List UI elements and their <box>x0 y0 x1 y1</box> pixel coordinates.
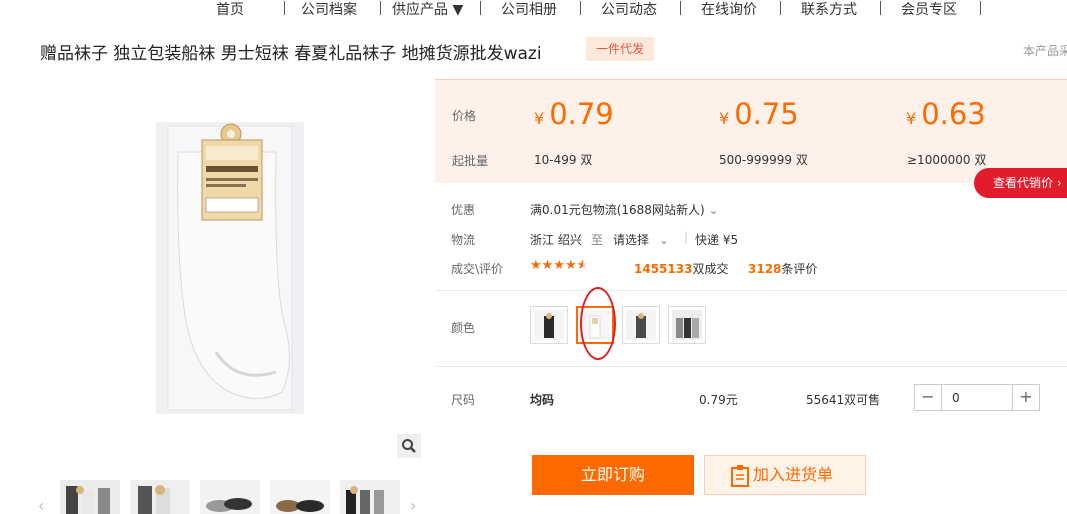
reviews-count[interactable]: 3128条评价 <box>748 260 817 277</box>
nav-item-home[interactable]: 首页 <box>216 0 244 19</box>
thumbnail[interactable] <box>200 480 260 514</box>
logistics-label: 物流 <box>451 233 476 247</box>
origin-text: 浙江 绍兴 <box>530 233 582 247</box>
stock-available: 55641双可售 <box>806 393 881 407</box>
plus-button[interactable]: + <box>1013 385 1039 410</box>
promo-dropdown[interactable]: 满0.01元包物流(1688网站新人) ⌄ <box>530 201 719 218</box>
nav-item-contact[interactable]: 联系方式 <box>801 0 857 19</box>
nav-item-members[interactable]: 会员专区 <box>901 0 957 19</box>
deals-label: 成交\评价 <box>451 262 504 276</box>
nav-item-profile[interactable]: 公司档案 <box>301 0 357 19</box>
section-divider <box>435 290 1067 291</box>
product-note: 本产品采 <box>1023 44 1067 58</box>
divider: | <box>684 230 689 244</box>
minus-button[interactable]: − <box>915 385 941 410</box>
nav-divider <box>680 1 681 15</box>
nav-divider <box>780 1 781 15</box>
qty-tier-3: ≥1000000 双 <box>907 153 987 167</box>
nav-divider <box>580 1 581 15</box>
price-tier-1: ¥0.79 <box>534 97 614 131</box>
quantity-input[interactable] <box>941 385 1013 410</box>
add-to-cart-button[interactable]: 加入进货单 <box>704 455 866 495</box>
qty-tier-2: 500-999999 双 <box>719 153 808 167</box>
section-divider <box>435 366 1067 367</box>
color-swatch-mixed[interactable] <box>668 306 706 344</box>
color-swatch-dark[interactable] <box>622 306 660 344</box>
price-label: 价格 <box>452 109 477 123</box>
top-nav: 首页 公司档案 供应产品 ▼ 公司相册 公司动态 在线询价 联系方式 会员专区 <box>0 0 1067 22</box>
zoom-button[interactable] <box>397 434 421 458</box>
thumbnail[interactable] <box>270 480 330 514</box>
view-agent-price-button[interactable]: 查看代销价 › <box>974 168 1067 198</box>
size-value: 均码 <box>530 393 555 407</box>
nav-divider <box>284 1 285 15</box>
thumbnail[interactable] <box>130 480 190 514</box>
moq-label: 起批量 <box>452 154 489 168</box>
chevron-down-icon: ⌄ <box>658 233 669 247</box>
dropship-badge[interactable]: 一件代发 <box>586 37 655 61</box>
nav-divider <box>980 1 981 15</box>
thumbnail[interactable] <box>60 480 120 514</box>
to-text: 至 <box>591 233 604 247</box>
color-label: 颜色 <box>451 321 476 335</box>
destination-select[interactable]: 请选择 ⌄ <box>613 231 669 248</box>
nav-item-news[interactable]: 公司动态 <box>601 0 657 19</box>
unit-price: 0.79元 <box>699 393 738 407</box>
chevron-down-icon: ⌄ <box>708 203 719 217</box>
magnifier-icon <box>402 439 416 453</box>
chevron-left-icon[interactable]: ‹ <box>38 496 44 514</box>
nav-divider <box>880 1 881 15</box>
deals-count[interactable]: 1455133双成交 <box>634 260 728 277</box>
thumbnail-strip: ‹ › <box>36 478 426 514</box>
thumbnail[interactable] <box>340 480 400 514</box>
nav-item-album[interactable]: 公司相册 <box>501 0 557 19</box>
clipboard-icon <box>731 465 749 487</box>
size-label: 尺码 <box>451 393 476 407</box>
rating-stars: ★★★★★★ <box>530 258 589 273</box>
chevron-right-icon[interactable]: › <box>410 496 416 514</box>
main-product-image[interactable] <box>156 122 304 414</box>
promo-label: 优惠 <box>451 203 476 217</box>
color-swatch-black[interactable] <box>530 306 568 344</box>
order-now-button[interactable]: 立即订购 <box>532 455 694 495</box>
nav-divider <box>480 1 481 15</box>
qty-tier-1: 10-499 双 <box>534 153 593 167</box>
product-title: 赠品袜子 独立包装船袜 男士短袜 春夏礼品袜子 地摊货源批发wazi <box>40 44 542 64</box>
price-tier-3: ¥0.63 <box>906 97 986 131</box>
nav-item-inquiry[interactable]: 在线询价 <box>701 0 757 19</box>
shipping-fee: 快递 ¥5 <box>695 233 739 247</box>
highlight-circle <box>580 287 616 360</box>
nav-divider <box>380 1 381 15</box>
price-panel: 价格 起批量 ¥0.79 ¥0.75 ¥0.63 10-499 双 500-99… <box>435 79 1067 183</box>
nav-item-products[interactable]: 供应产品 ▼ <box>392 0 463 19</box>
price-tier-2: ¥0.75 <box>719 97 799 131</box>
quantity-stepper: − + <box>914 384 1040 411</box>
